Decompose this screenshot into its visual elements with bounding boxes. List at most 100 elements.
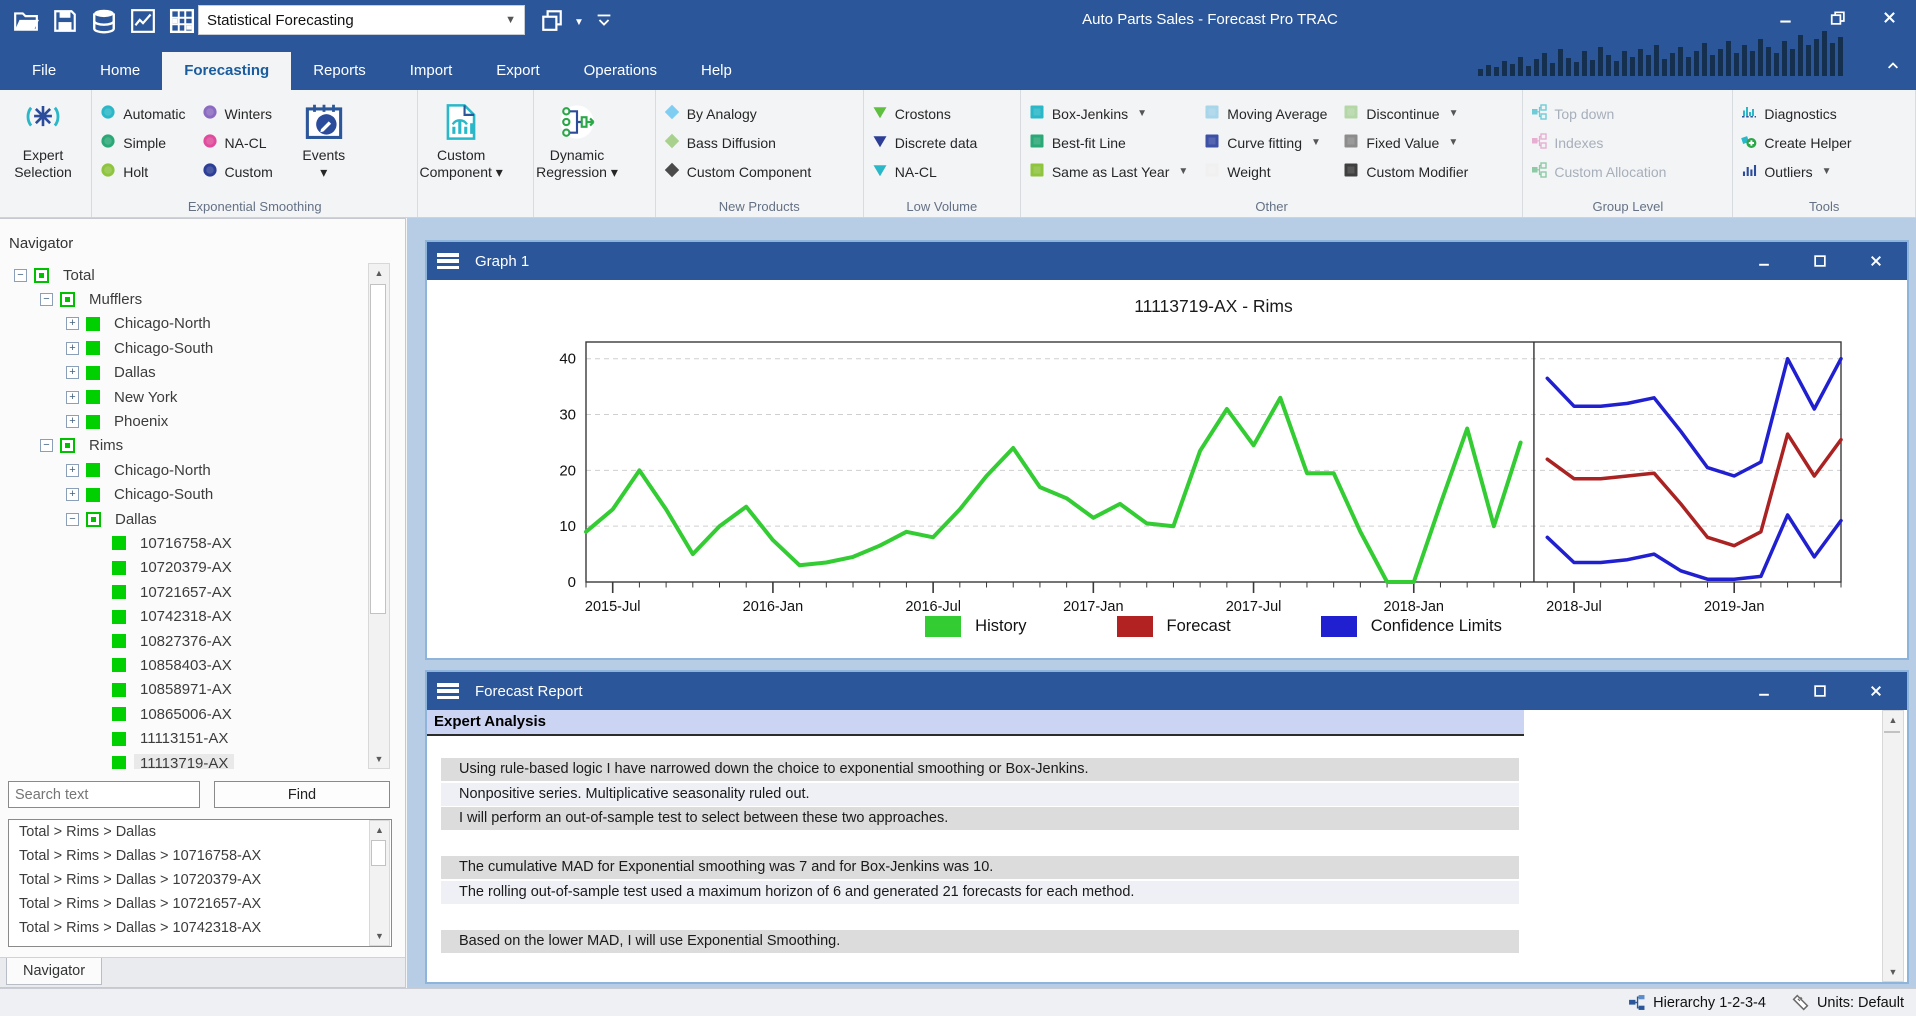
tab-forecasting[interactable]: Forecasting — [162, 52, 291, 90]
tree-item-11113151-ax[interactable]: 11113151-AX — [4, 726, 392, 750]
ribbon-button-discontinue[interactable]: Discontinue▼ — [1335, 99, 1476, 128]
ribbon-button-weight[interactable]: Weight — [1196, 157, 1335, 186]
tree-expander-icon[interactable]: + — [66, 342, 79, 355]
tree-item-chicago-south[interactable]: +Chicago-South — [4, 483, 392, 507]
tree-expander-icon[interactable]: + — [66, 488, 79, 501]
close-button[interactable] — [1876, 6, 1902, 28]
tab-reports[interactable]: Reports — [291, 52, 388, 90]
pages-icon[interactable] — [540, 8, 564, 37]
scroll-up-icon[interactable]: ▲ — [369, 264, 389, 282]
close-button[interactable] — [1863, 250, 1889, 272]
ribbon-button-by-analogy[interactable]: By Analogy — [656, 99, 820, 128]
ribbon-button-custom-component[interactable]: CustomComponent ▾ — [418, 94, 504, 194]
chevron-down-icon[interactable]: ▼ — [574, 17, 584, 28]
scroll-down-icon[interactable]: ▼ — [369, 750, 389, 768]
scroll-thumb[interactable] — [1884, 731, 1900, 733]
ribbon-button-winters[interactable]: Winters — [194, 99, 281, 128]
tree-expander-icon[interactable]: + — [66, 317, 79, 330]
ribbon-button-moving-average[interactable]: Moving Average — [1196, 99, 1335, 128]
tab-navigator[interactable]: Navigator — [6, 958, 102, 985]
search-result-item[interactable]: Total > Rims > Dallas — [9, 820, 391, 844]
ribbon-button-custom-component[interactable]: Custom Component — [656, 157, 820, 186]
ribbon-button-automatic[interactable]: Automatic — [92, 99, 193, 128]
tree-item-chicago-north[interactable]: +Chicago-North — [4, 312, 392, 336]
tree-item-10858403-ax[interactable]: 10858403-AX — [4, 653, 392, 677]
database-icon[interactable] — [90, 7, 117, 34]
ribbon-button-curve-fitting[interactable]: Curve fitting▼ — [1196, 128, 1335, 157]
tree-expander-icon[interactable]: − — [14, 269, 27, 282]
line-chart-icon[interactable] — [129, 7, 156, 34]
minimize-button[interactable] — [1751, 250, 1777, 272]
tree-expander-icon[interactable]: + — [66, 415, 79, 428]
minimize-button[interactable] — [1751, 680, 1777, 702]
ribbon-button-discrete-data[interactable]: Discrete data — [864, 128, 985, 157]
tree-item-new-york[interactable]: +New York — [4, 385, 392, 409]
ribbon-button-holt[interactable]: Holt — [92, 157, 193, 186]
ribbon-button-dynamic-regression[interactable]: DynamicRegression ▾ — [534, 94, 620, 194]
tree-item-11113719-ax[interactable]: 11113719-AX — [4, 751, 392, 769]
ribbon-button-na-cl[interactable]: NA-CL — [194, 128, 281, 157]
ribbon-button-custom[interactable]: Custom — [194, 157, 281, 186]
search-result-item[interactable]: Total > Rims > Dallas > 10742318-AX — [9, 916, 391, 940]
tree-item-dallas[interactable]: −Dallas — [4, 507, 392, 531]
close-button[interactable] — [1863, 680, 1889, 702]
tree-item-rims[interactable]: −Rims — [4, 434, 392, 458]
ribbon-button-na-cl[interactable]: NA-CL — [864, 157, 985, 186]
tree-expander-icon[interactable]: + — [66, 464, 79, 477]
tree-item-10720379-ax[interactable]: 10720379-AX — [4, 556, 392, 580]
maximize-button[interactable] — [1807, 680, 1833, 702]
tree-item-chicago-north[interactable]: +Chicago-North — [4, 458, 392, 482]
ribbon-button-create-helper[interactable]: Create Helper — [1733, 128, 1859, 157]
ribbon-button-crostons[interactable]: Crostons — [864, 99, 985, 128]
scroll-down-icon[interactable]: ▼ — [370, 927, 389, 945]
hamburger-menu-icon[interactable] — [437, 681, 461, 701]
collapse-ribbon-icon[interactable] — [1886, 60, 1900, 79]
ribbon-button-box-jenkins[interactable]: Box-Jenkins▼ — [1021, 99, 1196, 128]
tree-item-10858971-ax[interactable]: 10858971-AX — [4, 678, 392, 702]
ribbon-button-events[interactable]: Events▾ — [281, 94, 367, 194]
tab-operations[interactable]: Operations — [562, 52, 679, 90]
tree-item-total[interactable]: −Total — [4, 263, 392, 287]
tree-expander-icon[interactable]: + — [66, 391, 79, 404]
ribbon-button-diagnostics[interactable]: Diagnostics — [1733, 99, 1859, 128]
ribbon-button-same-as-last-year[interactable]: Same as Last Year▼ — [1021, 157, 1196, 186]
tree-item-10716758-ax[interactable]: 10716758-AX — [4, 531, 392, 555]
scroll-thumb[interactable] — [370, 284, 386, 614]
ribbon-button-custom-modifier[interactable]: Custom Modifier — [1335, 157, 1476, 186]
maximize-button[interactable] — [1807, 250, 1833, 272]
search-result-item[interactable]: Total > Rims > Dallas > 10716758-AX — [9, 844, 391, 868]
forecast-mode-selector[interactable]: Statistical Forecasting ▼ — [198, 5, 525, 35]
vertical-scrollbar[interactable]: ▲▼ — [368, 263, 390, 769]
tree-item-phoenix[interactable]: +Phoenix — [4, 409, 392, 433]
search-result-item[interactable]: Total > Rims > Dallas > 10720379-AX — [9, 868, 391, 892]
tree-item-dallas[interactable]: +Dallas — [4, 361, 392, 385]
scroll-up-icon[interactable]: ▲ — [370, 821, 389, 839]
ribbon-button-bass-diffusion[interactable]: Bass Diffusion — [656, 128, 820, 157]
search-input[interactable] — [8, 781, 200, 808]
minimize-button[interactable] — [1772, 6, 1798, 28]
tree-item-mufflers[interactable]: −Mufflers — [4, 287, 392, 311]
scroll-thumb[interactable] — [371, 840, 386, 866]
tab-import[interactable]: Import — [388, 52, 475, 90]
restore-button[interactable] — [1824, 6, 1850, 28]
ribbon-options-icon[interactable] — [594, 10, 614, 35]
tree-item-chicago-south[interactable]: +Chicago-South — [4, 336, 392, 360]
tree-item-10742318-ax[interactable]: 10742318-AX — [4, 604, 392, 628]
scroll-down-icon[interactable]: ▼ — [1883, 963, 1903, 981]
tab-export[interactable]: Export — [474, 52, 561, 90]
ribbon-button-fixed-value[interactable]: Fixed Value▼ — [1335, 128, 1476, 157]
vertical-scrollbar[interactable]: ▲▼ — [1882, 710, 1904, 982]
tab-home[interactable]: Home — [78, 52, 162, 90]
save-icon[interactable] — [51, 7, 78, 34]
tree-expander-icon[interactable]: − — [40, 293, 53, 306]
open-folder-icon[interactable] — [12, 7, 39, 34]
find-button[interactable]: Find — [214, 781, 390, 808]
tree-expander-icon[interactable]: − — [40, 439, 53, 452]
ribbon-button-expert-selection[interactable]: ExpertSelection — [0, 94, 86, 194]
tree-expander-icon[interactable]: + — [66, 366, 79, 379]
search-result-item[interactable]: Total > Rims > Dallas > 10721657-AX — [9, 892, 391, 916]
hamburger-menu-icon[interactable] — [437, 251, 461, 271]
tab-help[interactable]: Help — [679, 52, 754, 90]
ribbon-button-simple[interactable]: Simple — [92, 128, 193, 157]
ribbon-button-outliers[interactable]: Outliers▼ — [1733, 157, 1859, 186]
